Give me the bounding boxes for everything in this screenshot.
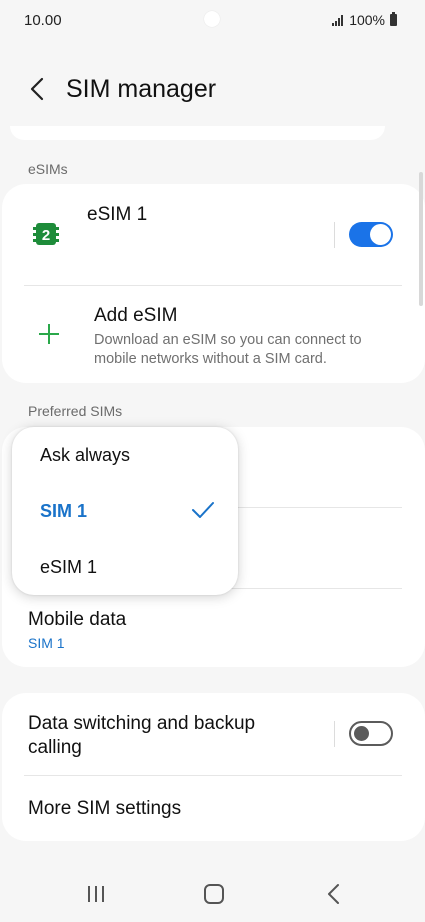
popup-option-esim1[interactable]: eSIM 1 bbox=[40, 557, 97, 578]
data-switching-title-line2: calling bbox=[28, 737, 82, 758]
camera-cutout bbox=[204, 11, 220, 27]
scrollbar[interactable] bbox=[419, 172, 423, 306]
esim-badge-number: 2 bbox=[42, 227, 50, 244]
section-label-preferred: Preferred SIMs bbox=[28, 403, 123, 419]
back-icon[interactable] bbox=[26, 76, 50, 102]
data-switching-title-line1: Data switching and backup bbox=[28, 713, 256, 734]
popup-option-ask-always[interactable]: Ask always bbox=[40, 445, 130, 466]
signal-icon bbox=[332, 14, 344, 26]
recents-icon[interactable] bbox=[86, 884, 106, 904]
more-sim-settings-title: More SIM settings bbox=[28, 798, 182, 819]
status-time: 10.00 bbox=[24, 12, 62, 29]
mobile-data-title: Mobile data bbox=[28, 609, 127, 630]
previous-card-edge bbox=[10, 126, 385, 140]
add-esim-row[interactable]: Add eSIM Download an eSIM so you can con… bbox=[2, 286, 425, 382]
battery-percent: 100% bbox=[349, 12, 385, 28]
mobile-data-value: SIM 1 bbox=[28, 635, 65, 651]
esim1-toggle[interactable] bbox=[349, 222, 393, 247]
add-esim-description-line2: mobile networks without a SIM card. bbox=[94, 351, 327, 367]
esim1-label: eSIM 1 bbox=[87, 204, 148, 225]
page-title: SIM manager bbox=[66, 75, 217, 103]
home-icon[interactable] bbox=[204, 884, 224, 904]
data-switching-row[interactable]: Data switching and backup calling bbox=[2, 693, 425, 775]
esim1-row[interactable]: 2 eSIM 1 bbox=[2, 184, 425, 285]
status-icons: 100% bbox=[332, 12, 397, 28]
battery-icon bbox=[390, 12, 397, 26]
toggle-knob bbox=[370, 224, 391, 245]
plus-icon bbox=[39, 324, 59, 344]
popup-option-sim1[interactable]: SIM 1 bbox=[40, 501, 87, 522]
check-icon bbox=[192, 502, 214, 518]
esim-card-icon: 2 bbox=[33, 223, 59, 245]
more-sim-settings-row[interactable]: More SIM settings bbox=[2, 776, 425, 841]
data-switching-toggle[interactable] bbox=[349, 721, 393, 746]
add-esim-description-line1: Download an eSIM so you can connect to bbox=[94, 332, 362, 348]
add-esim-title: Add eSIM bbox=[94, 305, 178, 326]
mobile-data-row[interactable]: Mobile data SIM 1 bbox=[2, 589, 425, 667]
section-label-esims: eSIMs bbox=[28, 161, 68, 177]
vertical-separator bbox=[334, 222, 335, 248]
toggle-knob bbox=[354, 726, 369, 741]
sim-select-popup: Ask always SIM 1 eSIM 1 bbox=[12, 427, 238, 595]
nav-back-icon[interactable] bbox=[326, 883, 342, 905]
vertical-separator bbox=[334, 721, 335, 747]
